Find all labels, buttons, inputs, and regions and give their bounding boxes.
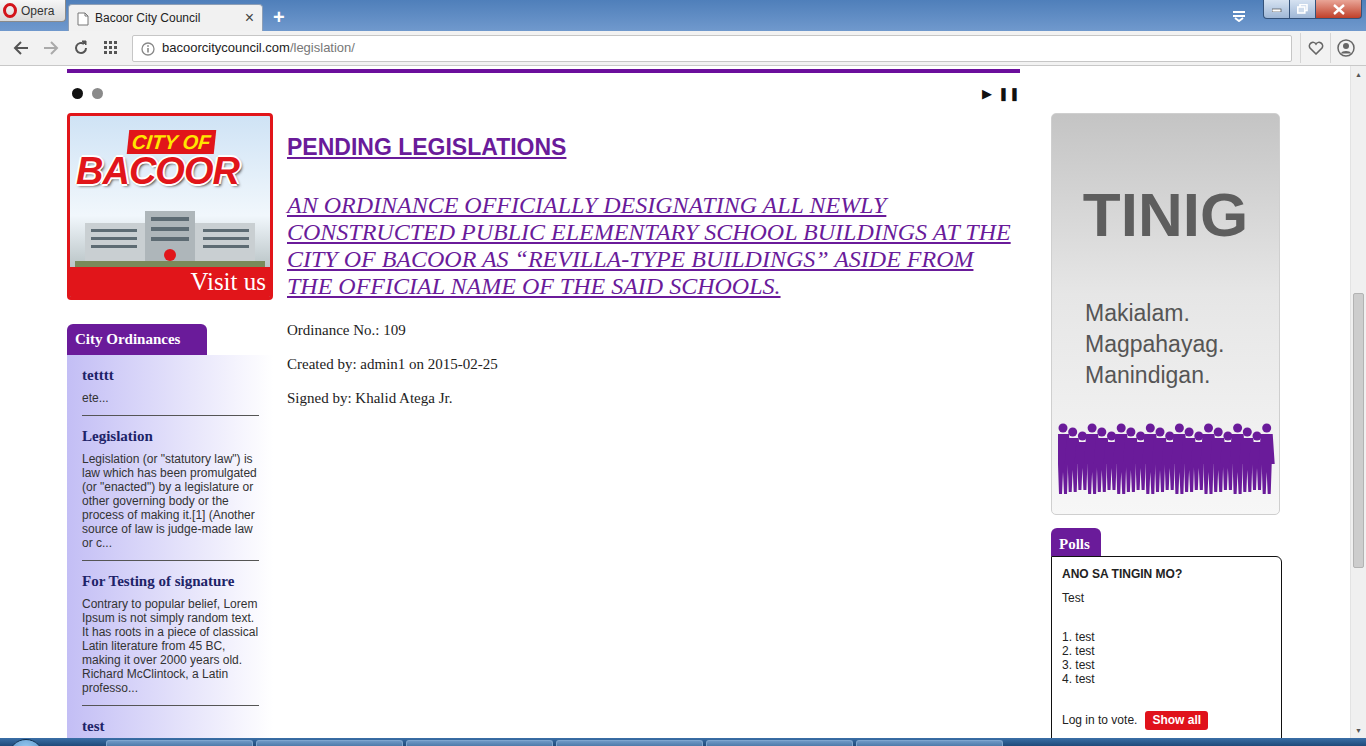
poll-option: 1. test	[1062, 630, 1271, 644]
taskbar	[0, 738, 1366, 746]
taskbar-button[interactable]	[106, 740, 253, 746]
ordinances-list: tettttete...LegislationLegislation (or "…	[67, 355, 273, 739]
tab-strip: OperaBacoor City Council× +	[0, 0, 1366, 31]
poll-question: ANO SA TINGIN MO?	[1062, 567, 1271, 581]
new-tab-button[interactable]: +	[273, 7, 285, 27]
poll-option: 3. test	[1062, 658, 1271, 672]
city-logo-banner[interactable]: CITY OFBACOORVisit us	[67, 113, 273, 300]
scrollbar: ▲▼	[1350, 66, 1366, 738]
start-orb-icon[interactable]	[8, 739, 44, 746]
forward-icon[interactable]	[40, 37, 62, 59]
taskbar-button[interactable]	[256, 740, 403, 746]
ordinance-item: test	[82, 706, 259, 739]
ordinance-title-link[interactable]: AN ORDINANCE OFFICIALLY DESIGNATING ALL …	[287, 192, 1020, 300]
login-link[interactable]: Log in to vote.	[1062, 711, 1137, 729]
web-page: ▶❚❚CITY OFBACOORVisit usCity Ordinancest…	[0, 66, 1350, 738]
opera-logo-icon	[3, 3, 17, 18]
ordinance-title[interactable]: Legislation	[82, 427, 259, 445]
play-button[interactable]: ▶	[982, 87, 992, 100]
scroll-up-button[interactable]: ▲	[1351, 66, 1366, 82]
poll-option: 2. test	[1062, 644, 1271, 658]
opera-menu-button[interactable]: Opera	[0, 0, 66, 22]
ordinance-item: For Testing of signatureContrary to popu…	[82, 561, 259, 706]
scroll-down-button[interactable]: ▼	[1351, 722, 1366, 738]
browser-tab[interactable]: Bacoor City Council×	[68, 4, 263, 31]
ordinance-detail: Signed by: Khalid Atega Jr.	[287, 388, 1020, 408]
ordinance-item: LegislationLegislation (or "statutory la…	[82, 416, 259, 561]
restore-icon[interactable]	[1290, 0, 1316, 19]
ordinances-header: City Ordinances	[67, 324, 207, 355]
pending-legislations-link[interactable]: PENDING LEGISLATIONS	[287, 134, 1020, 160]
slider-controls: ▶ ❚❚	[67, 73, 1020, 113]
slide-dot[interactable]	[92, 88, 103, 99]
ordinance-title[interactable]: For Testing of signature	[82, 572, 259, 590]
close-window-icon[interactable]	[1316, 0, 1362, 19]
taskbar-button[interactable]	[406, 740, 553, 746]
ordinance-item: tettttete...	[82, 355, 259, 416]
close-tab-button[interactable]: ×	[245, 10, 254, 26]
ordinance-title[interactable]: test	[82, 717, 259, 735]
page-icon	[77, 9, 89, 27]
back-icon[interactable]	[10, 37, 32, 59]
speed-dial-icon[interactable]	[100, 37, 122, 59]
ordinance-title[interactable]: tetttt	[82, 366, 259, 384]
poll-description: Test	[1062, 591, 1271, 605]
tab-menu-icon[interactable]	[1229, 6, 1249, 26]
taskbar-button[interactable]	[856, 740, 1003, 746]
poll-option: 4. test	[1062, 672, 1271, 686]
city-hall-icon	[70, 190, 270, 267]
scroll-thumb[interactable]	[1353, 293, 1364, 568]
tinig-banner[interactable]: TINIGMakialam.Magpahayag.Manindigan.	[1051, 113, 1280, 515]
profile-icon[interactable]	[1330, 33, 1360, 63]
browser-toolbar: bacoorcitycouncil.com/legislation/	[0, 31, 1366, 66]
pause-button[interactable]: ❚❚	[998, 87, 1020, 100]
address-bar[interactable]: bacoorcitycouncil.com/legislation/	[132, 35, 1292, 62]
taskbar-button[interactable]	[556, 740, 703, 746]
stash-heart-icon[interactable]	[1300, 33, 1330, 63]
ordinance-detail: Created by: admin1 on 2015-02-25	[287, 354, 1020, 374]
minimize-icon[interactable]	[1263, 0, 1290, 19]
header-rule	[67, 69, 1020, 73]
show-all-button[interactable]: Show all	[1145, 711, 1208, 730]
reload-icon[interactable]	[70, 37, 92, 59]
taskbar-button[interactable]	[706, 740, 853, 746]
slide-dot[interactable]	[72, 88, 83, 99]
polls-panel: ANO SA TINGIN MO? Test 1. test2. test3. te…	[1051, 556, 1282, 739]
ordinance-detail: Ordinance No.: 109	[287, 320, 1020, 340]
polls-header: Polls	[1051, 528, 1101, 556]
site-info-icon[interactable]	[141, 38, 155, 58]
